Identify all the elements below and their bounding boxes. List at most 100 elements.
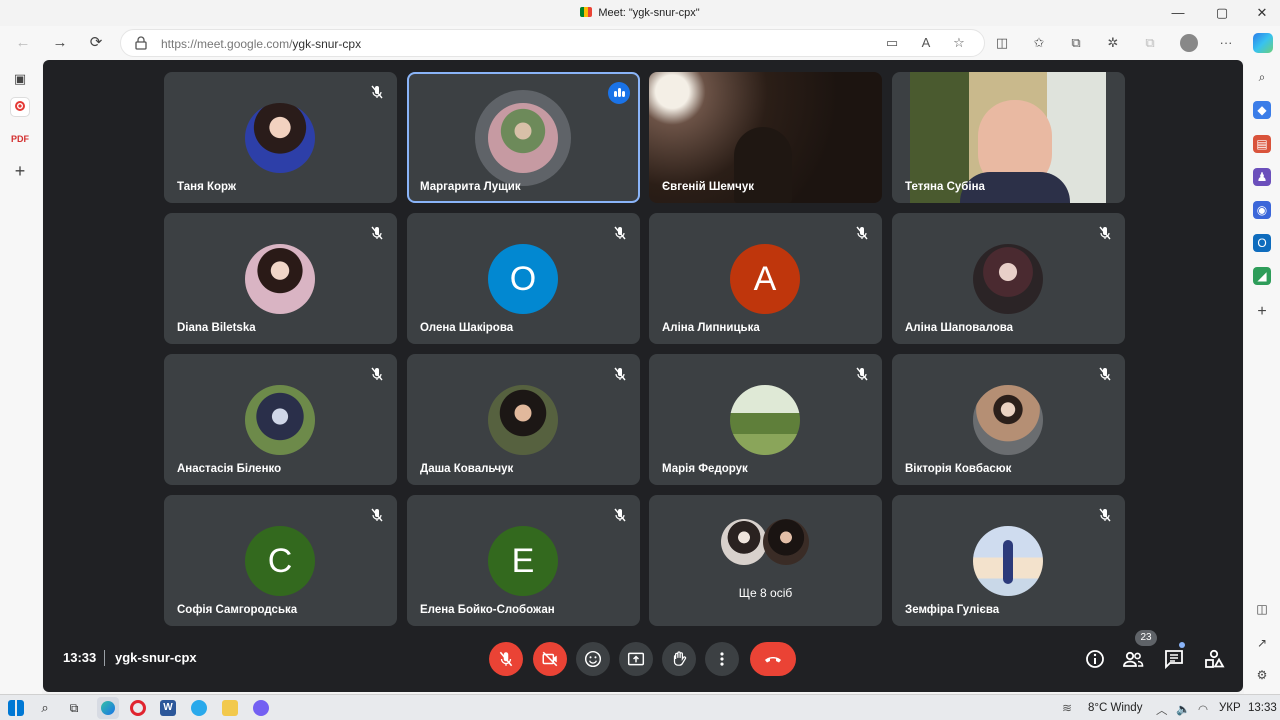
new-tab-icon[interactable]: + [11,162,29,180]
participant-tile[interactable]: О Олена Шакірова [407,213,640,344]
present-screen-button[interactable] [619,642,653,676]
participant-tile[interactable]: Марія Федорук [649,354,882,485]
telegram-icon[interactable] [191,700,207,716]
show-hidden-icons[interactable]: ︿ [1156,702,1168,718]
participant-tile[interactable]: Даша Ковальчук [407,354,640,485]
viber-icon[interactable] [253,700,269,716]
participant-tile[interactable]: Земфіра Гулієва [892,495,1125,626]
weather-text[interactable]: 8°C Windy [1088,702,1142,714]
sidebar-layout-icon[interactable]: ◫ [1253,600,1271,618]
camera-permission-icon[interactable]: ▭ [884,35,900,51]
maximize-button[interactable]: ▢ [1207,4,1237,22]
others-tile[interactable]: Ще 8 осіб [649,495,882,626]
avatar-letter: О [488,244,558,314]
reactions-button[interactable] [576,642,610,676]
read-aloud-icon[interactable]: A [918,35,934,51]
meet-logo-icon [580,7,593,17]
participant-tile-active-speaker[interactable]: Маргарита Лущик [407,72,640,203]
shopping-icon[interactable]: ◆ [1253,101,1271,119]
microsoft365-icon[interactable]: ◉ [1253,201,1271,219]
participant-tile[interactable]: С Софія Самгородська [164,495,397,626]
activities-icon[interactable] [1202,647,1226,671]
split-screen-icon[interactable]: ◫ [994,35,1010,51]
collections-icon[interactable]: ⧉ [1068,35,1084,51]
participant-name: Марія Федорук [662,463,748,475]
edge-taskbar-button[interactable] [97,697,119,719]
games-icon[interactable]: ♟ [1253,168,1271,186]
wind-weather-icon[interactable]: ≋ [1062,700,1078,716]
outlook-icon[interactable]: O [1253,234,1271,252]
taskbar-clock[interactable]: 13:33 [1248,702,1277,714]
input-language[interactable]: УКР [1219,702,1241,714]
mic-off-icon [614,367,626,381]
participant-name: Елена Бойко-Слобожан [420,604,555,616]
others-avatar [763,519,809,565]
pdf-tab-icon[interactable]: PDF [11,130,29,148]
word-icon[interactable]: W [160,700,176,716]
favorite-star-icon[interactable]: ☆ [951,35,967,51]
emoji-icon [584,650,602,668]
windows-start-icon[interactable] [8,700,24,716]
participant-tile[interactable]: Е Елена Бойко-Слобожан [407,495,640,626]
meeting-info-icon[interactable] [1083,647,1107,671]
task-view-icon[interactable]: ⧉ [66,700,82,716]
tools-icon[interactable]: ▤ [1253,135,1271,153]
avatar-letter: С [245,526,315,596]
open-external-icon[interactable]: ↗ [1253,634,1271,652]
volume-icon[interactable]: 🔈 [1176,702,1190,716]
participant-tile[interactable]: Вікторія Ковбасюк [892,354,1125,485]
others-avatar [721,519,767,565]
copilot-icon[interactable] [1253,33,1273,53]
more-menu-icon[interactable]: ··· [1218,35,1234,51]
back-icon[interactable]: ← [14,34,32,52]
chat-icon[interactable] [1162,647,1186,671]
drop-icon[interactable]: ◢ [1253,267,1271,285]
extensions-icon[interactable]: ✲ [1105,35,1121,51]
edge-sidebar: ⌕ ◆ ▤ ♟ ◉ O ◢ + ◫ ↗ ⚙ [1244,60,1280,694]
participant-tile[interactable]: Diana Biletska [164,213,397,344]
more-options-button[interactable] [705,642,739,676]
avatar [973,385,1043,455]
leave-call-button[interactable] [750,642,796,676]
avatar [488,385,558,455]
close-window-button[interactable]: ✕ [1247,4,1277,22]
participant-name: Земфіра Гулієва [905,604,1000,616]
search-taskbar-icon[interactable]: ⌕ [37,700,53,716]
people-icon[interactable] [1121,647,1145,671]
mic-off-icon [856,367,868,381]
minimize-button[interactable]: — [1163,4,1193,22]
opera-icon[interactable] [130,700,146,716]
tab-meet[interactable] [11,98,29,116]
address-bar[interactable]: https://meet.google.com/ygk-snur-cpx [120,29,985,57]
tab-actions-icon[interactable]: ▣ [11,70,29,88]
sidebar-settings-icon[interactable]: ⚙ [1253,666,1271,684]
wifi-icon[interactable]: ◠ [1198,702,1208,716]
participant-tile[interactable]: Аліна Шаповалова [892,213,1125,344]
add-sidebar-app-icon[interactable]: + [1253,303,1271,321]
mic-off-icon [371,508,383,522]
participant-video-tile[interactable]: Євгеній Шемчук [649,72,882,203]
disabled-extension-icon[interactable]: ⧉ [1142,35,1158,51]
refresh-icon[interactable]: ⟳ [87,34,105,52]
participant-name: Софія Самгородська [177,604,298,616]
search-icon[interactable]: ⌕ [1253,68,1271,86]
file-explorer-icon[interactable] [222,700,238,716]
toggle-mic-button[interactable] [489,642,523,676]
avatar-letter: Е [488,526,558,596]
avatar-figure [1003,540,1013,584]
recording-icon [15,101,25,111]
favorites-icon[interactable]: ✩ [1031,35,1047,51]
participant-name: Олена Шакірова [420,322,514,334]
participant-name: Тетяна Субіна [905,181,985,193]
participant-tile[interactable]: Таня Корж [164,72,397,203]
forward-icon[interactable]: → [51,34,69,52]
participant-name: Diana Biletska [177,322,256,334]
toggle-camera-button[interactable] [533,642,567,676]
profile-avatar[interactable] [1180,34,1198,52]
mic-off-icon [371,226,383,240]
participant-video-tile[interactable]: Тетяна Субіна [892,72,1125,203]
raise-hand-button[interactable] [662,642,696,676]
participant-tile[interactable]: А Аліна Липницька [649,213,882,344]
avatar [730,385,800,455]
participant-tile[interactable]: Анастасія Біленко [164,354,397,485]
